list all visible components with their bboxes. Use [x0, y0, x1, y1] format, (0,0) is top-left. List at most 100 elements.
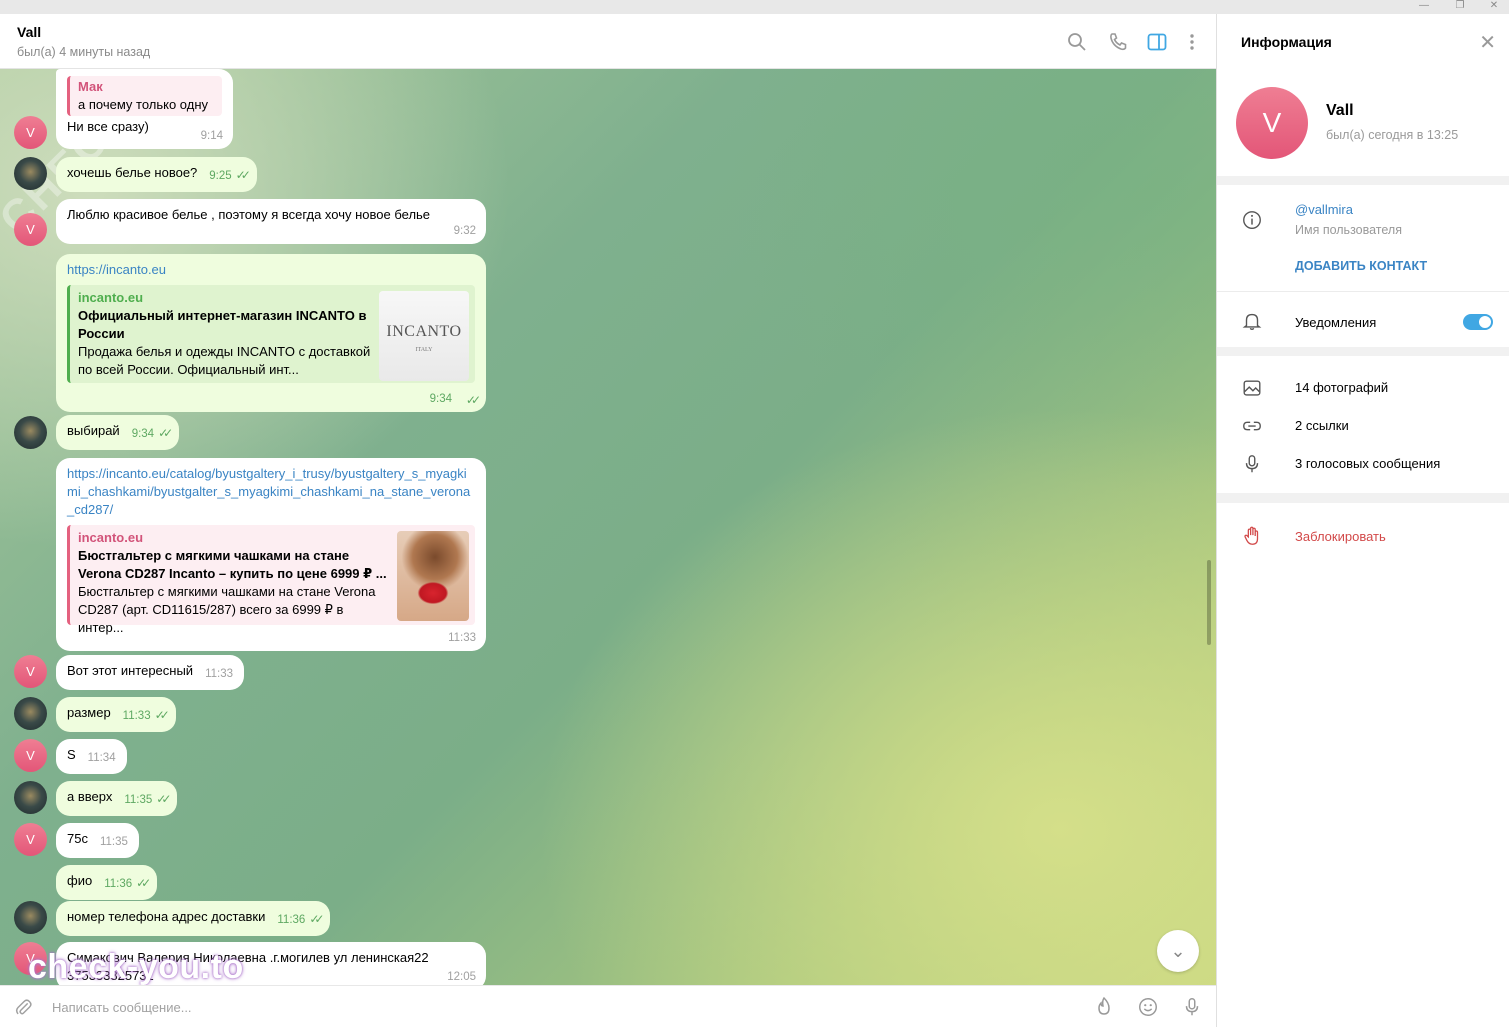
scroll-down-button[interactable]: ⌄: [1157, 930, 1199, 972]
preview-description: Продажа белья и одежды INCANTO с доставк…: [78, 344, 371, 377]
message-bubble[interactable]: 75с 11:35: [56, 823, 139, 858]
maximize-icon[interactable]: ❐: [1443, 0, 1477, 14]
actions-section: Заблокировать: [1217, 503, 1509, 1027]
avatar[interactable]: [14, 901, 47, 934]
thumbnail-logo-sub: ITALY: [415, 347, 433, 353]
avatar[interactable]: [14, 416, 47, 449]
read-checkmark-icon: ✓✓: [235, 168, 251, 182]
chat-header: Vall был(а) 4 минуты назад: [0, 14, 1216, 69]
avatar[interactable]: V: [14, 655, 47, 688]
message-text: выбирай: [67, 423, 120, 438]
avatar[interactable]: V: [14, 116, 47, 149]
message-bubble[interactable]: Вот этот интересный 11:33: [56, 655, 245, 690]
preview-title: Официальный интернет-магазин INCANTO в Р…: [78, 308, 367, 341]
message-text: хочешь белье новое?: [67, 165, 198, 180]
message-bubble[interactable]: Мак а почему только одну Ни все сразу) 9…: [56, 69, 233, 149]
link-preview[interactable]: incanto.eu Бюстгальтер с мягкими чашками…: [67, 525, 475, 635]
profile-name: Vall: [1326, 102, 1354, 119]
message-time: 9:34: [429, 393, 452, 405]
chat-scrollbar[interactable]: [1207, 560, 1211, 645]
message-time: 11:36: [277, 914, 306, 926]
message-text: 75с: [67, 831, 88, 846]
message-bubble[interactable]: https://incanto.eu/catalog/byustgaltery_…: [56, 458, 486, 651]
reply-quote[interactable]: Мак а почему только одну: [67, 76, 222, 116]
window-titlebar: — ❐ ✕: [0, 0, 1509, 14]
message-bubble[interactable]: Люблю красивое белье , поэтому я всегда …: [56, 199, 486, 244]
avatar[interactable]: V: [14, 213, 47, 246]
message-bubble[interactable]: https://incanto.eu incanto.eu Официальны…: [56, 254, 486, 412]
message-link[interactable]: https://incanto.eu: [67, 261, 475, 279]
phone-icon[interactable]: [1106, 30, 1130, 54]
message-text: номер телефона адрес доставки: [67, 909, 266, 924]
microphone-icon[interactable]: [1181, 996, 1203, 1018]
profile-section: Информация ✕ V Vall был(а) сегодня в 13:…: [1217, 14, 1509, 176]
read-checkmark-icon: ✓✓: [136, 876, 151, 890]
more-menu-icon[interactable]: [1180, 30, 1204, 54]
message-composer: Написать сообщение...: [0, 985, 1216, 1027]
avatar[interactable]: V: [14, 739, 47, 772]
message-time: 11:34: [87, 752, 116, 764]
message-bubble[interactable]: а вверх 11:35 ✓✓: [56, 781, 178, 816]
message-time: 9:14: [200, 130, 223, 142]
read-checkmark-icon: ✓✓: [158, 426, 173, 440]
read-checkmark-icon: ✓✓: [154, 708, 170, 722]
sidebar-toggle-icon[interactable]: [1145, 30, 1169, 54]
add-contact-button[interactable]: ДОБАВИТЬ КОНТАКТ: [1295, 259, 1427, 273]
links-item[interactable]: 2 ссылки: [1295, 418, 1349, 433]
link-preview[interactable]: incanto.eu Официальный интернет-магазин …: [67, 285, 475, 383]
minimize-icon[interactable]: —: [1407, 0, 1441, 14]
close-icon[interactable]: ✕: [1479, 30, 1496, 55]
message-text: Ни все сразу): [67, 119, 149, 134]
username-link[interactable]: @vallmira: [1295, 202, 1353, 217]
thumbnail-logo: INCANTO: [386, 323, 462, 340]
message-time: 11:36: [104, 878, 133, 890]
attach-icon[interactable]: [13, 997, 35, 1019]
voice-message-icon: [1245, 455, 1259, 473]
message-text: S: [67, 747, 76, 762]
reply-author: Мак: [78, 79, 103, 94]
message-bubble[interactable]: фио 11:36 ✓✓: [56, 865, 158, 900]
preview-thumbnail: INCANTO ITALY: [379, 291, 469, 381]
block-button[interactable]: Заблокировать: [1295, 529, 1386, 544]
voice-messages-item[interactable]: 3 голосовых сообщения: [1295, 456, 1440, 471]
avatar[interactable]: V: [14, 823, 47, 856]
message-time: 9:25: [209, 170, 232, 182]
preview-site: incanto.eu: [78, 530, 144, 545]
message-link[interactable]: https://incanto.eu/catalog/byustgaltery_…: [67, 465, 475, 519]
message-bubble[interactable]: выбирай 9:34 ✓✓: [56, 415, 180, 450]
notifications-toggle[interactable]: [1463, 314, 1493, 330]
media-section: 14 фотографий 2 ссылки 3 голосовых сообщ…: [1217, 356, 1509, 493]
photos-item[interactable]: 14 фотографий: [1295, 380, 1388, 395]
chat-area[interactable]: CHECK-YOU.ME V Мак а почему только одну …: [0, 69, 1216, 985]
message-time: 9:32: [453, 225, 476, 237]
search-icon[interactable]: [1065, 30, 1089, 54]
avatar[interactable]: [14, 157, 47, 190]
bottom-watermark: check-you.to: [28, 948, 244, 986]
chevron-down-icon: ⌄: [1170, 941, 1186, 961]
block-hand-icon: [1244, 526, 1259, 545]
message-bubble[interactable]: размер 11:33 ✓✓: [56, 697, 176, 732]
link-icon: [1243, 421, 1261, 431]
notifications-label: Уведомления: [1295, 315, 1377, 330]
message-text: фио: [67, 873, 93, 888]
bell-icon: [1242, 313, 1262, 330]
chat-title[interactable]: Vall: [17, 24, 41, 40]
avatar[interactable]: [14, 781, 47, 814]
info-title: Информация: [1241, 34, 1332, 50]
emoji-icon[interactable]: [1137, 996, 1159, 1018]
message-bubble[interactable]: хочешь белье новое? 9:25 ✓✓: [56, 157, 257, 192]
self-destruct-timer-icon[interactable]: [1092, 995, 1116, 1019]
message-text: Вот этот интересный: [67, 663, 194, 678]
message-bubble[interactable]: номер телефона адрес доставки 11:36 ✓✓: [56, 901, 331, 936]
chat-status: был(а) 4 минуты назад: [17, 45, 151, 59]
read-checkmark-icon: ✓✓: [465, 393, 481, 407]
read-checkmark-icon: ✓✓: [309, 912, 324, 926]
info-panel: Информация ✕ V Vall был(а) сегодня в 13:…: [1216, 14, 1509, 1027]
avatar[interactable]: [14, 697, 47, 730]
message-input[interactable]: Написать сообщение...: [52, 1000, 192, 1015]
close-window-icon[interactable]: ✕: [1477, 0, 1509, 14]
message-time: 11:33: [448, 632, 476, 644]
message-text: размер: [67, 705, 111, 720]
message-bubble[interactable]: S 11:34: [56, 739, 127, 774]
profile-avatar[interactable]: V: [1236, 87, 1308, 159]
